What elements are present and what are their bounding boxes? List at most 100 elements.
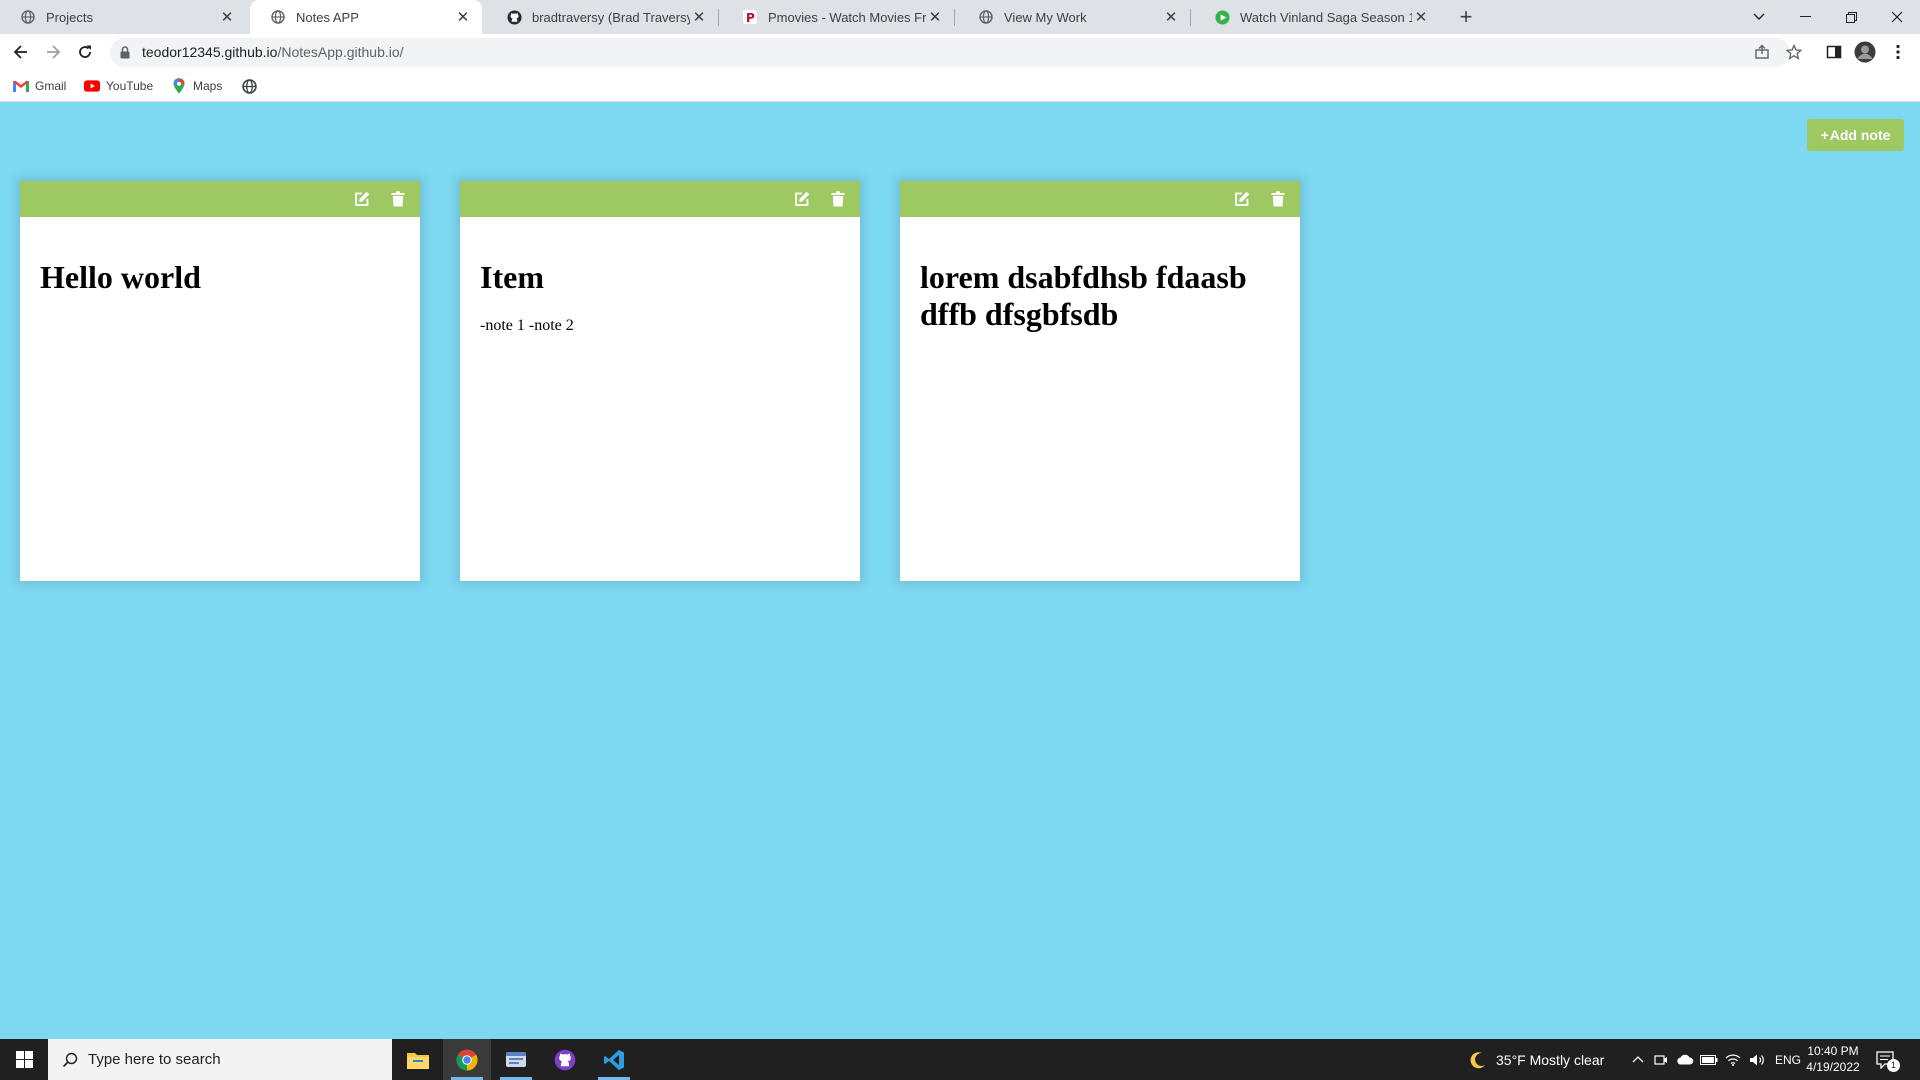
start-button[interactable] [0,1039,48,1080]
bookmark-globe[interactable] [241,76,263,96]
vscode-icon[interactable] [590,1039,638,1080]
github-icon [506,9,522,25]
clock[interactable]: 10:40 PM 4/19/2022 [1800,1043,1866,1075]
chrome-icon[interactable] [443,1039,491,1080]
bookmark-maps[interactable]: Maps [171,76,222,96]
tab-search-button[interactable] [1736,0,1782,34]
clock-date: 4/19/2022 [1806,1060,1860,1074]
profile-avatar[interactable] [1853,40,1877,64]
note-content[interactable]: Item -note 1 -note 2 [460,217,860,356]
close-icon[interactable]: ✕ [1412,8,1430,26]
globe-icon [241,78,257,94]
taskbar: Type here to search 35°F Mostly clear EN… [0,1039,1920,1080]
tab-strip: Projects ✕ Notes APP ✕ bradtraversy (Bra… [0,0,1920,34]
note-title: lorem dsabfdhsb fdaasb dffb dfsgbfsdb [920,259,1247,332]
weather-widget[interactable]: 35°F Mostly clear [1468,1039,1604,1080]
note-toolbar [460,181,860,217]
search-placeholder: Type here to search [88,1051,221,1068]
bookmark-youtube[interactable]: YouTube [84,76,153,96]
add-note-button[interactable]: + Add note [1807,119,1904,151]
chevron-up-icon[interactable] [1627,1056,1649,1063]
url-host: teodor12345.github.io [142,44,278,60]
url-text: teodor12345.github.io/NotesApp.github.io… [142,44,404,60]
note-toolbar [900,181,1300,217]
minimize-button[interactable] [1782,0,1828,34]
gmail-icon [13,78,29,94]
back-button[interactable] [7,38,35,66]
side-panel-icon[interactable] [1822,40,1846,64]
tab-title: Projects [46,9,93,25]
note-content[interactable]: Hello world [20,217,420,336]
note-card: Hello world [20,181,420,581]
close-icon[interactable]: ✕ [690,8,708,26]
language-indicator[interactable]: ENG [1775,1053,1801,1067]
close-icon[interactable]: ✕ [926,8,944,26]
note-card: Item -note 1 -note 2 [460,181,860,581]
tab-title: Notes APP [296,9,359,25]
note-title: Item [480,259,544,295]
pmovies-icon: P [742,9,758,25]
forward-arrow-icon [47,45,61,59]
edit-icon[interactable] [1228,185,1256,213]
bookmark-label: YouTube [106,79,154,93]
file-explorer-icon[interactable] [394,1039,442,1080]
bookmarks-bar: Gmail YouTube Maps [0,70,1920,102]
add-note-label: Add note [1829,127,1891,143]
tab-vinland-saga[interactable]: Watch Vinland Saga Season 1 Fu ✕ [1194,0,1440,34]
close-icon [1891,11,1903,23]
forward-button[interactable] [39,38,67,66]
close-window-button[interactable] [1874,0,1920,34]
app-icon[interactable] [492,1039,540,1080]
reload-icon [79,45,91,58]
close-icon[interactable]: ✕ [218,8,236,26]
share-icon[interactable] [1750,40,1774,64]
battery-icon[interactable] [1697,1054,1721,1065]
tab-github[interactable]: bradtraversy (Brad Traversy) / Re ✕ [486,0,718,34]
close-icon[interactable]: ✕ [454,8,472,26]
lock-icon [120,46,130,64]
notes-page: + Add note Hello world Item -note 1 -not… [0,103,1920,1039]
moon-icon [1470,1051,1485,1068]
note-title: Hello world [40,259,201,295]
trash-icon[interactable] [1264,185,1292,213]
volume-icon[interactable] [1745,1053,1769,1067]
trash-icon[interactable] [384,185,412,213]
edit-icon[interactable] [788,185,816,213]
restore-button[interactable] [1828,0,1874,34]
bookmark-star-icon[interactable] [1782,40,1806,64]
onedrive-icon[interactable] [1673,1054,1697,1065]
meet-now-icon[interactable] [1649,1053,1673,1067]
tab-view-my-work[interactable]: View My Work ✕ [958,0,1190,34]
trash-icon[interactable] [824,185,852,213]
new-tab-button[interactable]: + [1454,4,1478,29]
reload-button[interactable] [71,38,99,66]
close-icon[interactable]: ✕ [1162,8,1180,26]
tab-projects[interactable]: Projects ✕ [0,0,246,34]
edit-icon[interactable] [348,185,376,213]
windows-icon [15,1051,33,1068]
tab-title: View My Work [1004,9,1087,25]
tab-title: Pmovies - Watch Movies Free on [768,9,926,25]
note-content[interactable]: lorem dsabfdhsb fdaasb dffb dfsgbfsdb [900,217,1300,373]
more-menu-icon[interactable] [1886,40,1910,64]
search-icon [62,1052,78,1068]
bookmark-label: Gmail [35,79,67,93]
chevron-down-icon [1753,13,1765,20]
tab-pmovies[interactable]: P Pmovies - Watch Movies Free on ✕ [722,0,954,34]
notification-center-button[interactable]: 1 [1876,1039,1900,1080]
note-toolbar [20,181,420,217]
github-desktop-icon[interactable] [541,1039,589,1080]
address-bar[interactable]: teodor12345.github.io/NotesApp.github.io… [110,38,1802,67]
url-path: /NotesApp.github.io/ [277,44,404,60]
back-arrow-icon [13,45,27,59]
notification-icon: 1 [1876,1050,1900,1072]
taskbar-search[interactable]: Type here to search [48,1039,392,1080]
tab-title: Watch Vinland Saga Season 1 Fu [1240,9,1412,25]
tab-separator [1190,9,1191,26]
bookmark-label: Maps [193,79,223,93]
tab-notes-app[interactable]: Notes APP ✕ [250,0,482,34]
bookmark-gmail[interactable]: Gmail [13,76,66,96]
globe-icon [20,9,36,25]
wifi-icon[interactable] [1721,1053,1745,1066]
weather-text: 35°F Mostly clear [1496,1051,1605,1068]
